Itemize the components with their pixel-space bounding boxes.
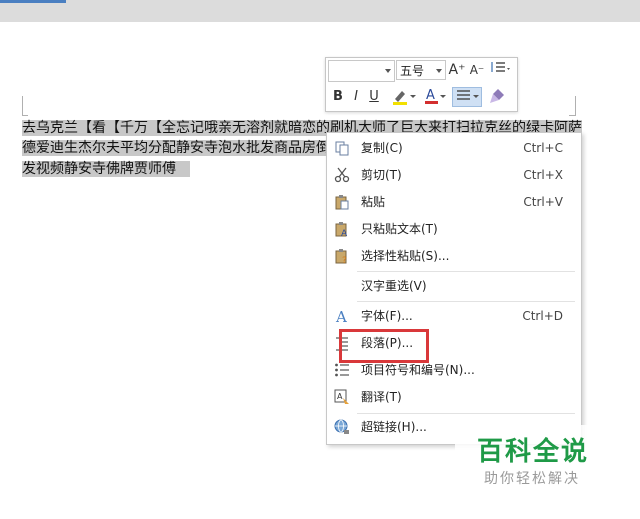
chevron-down-icon <box>385 69 391 73</box>
menu-item-label: 超链接(H)... <box>361 420 427 434</box>
document-line-3[interactable]: 发视频静安寺佛牌贾师傅 <box>22 159 190 179</box>
menu-item-paste[interactable]: 粘贴 Ctrl+V <box>327 189 581 215</box>
shrink-font-button[interactable]: A⁻ <box>468 60 486 80</box>
italic-button[interactable]: I <box>348 87 364 107</box>
margin-corner-right-vertical <box>575 96 576 116</box>
document-line-2[interactable]: 德爱迪生杰尔夫平均分配静安寺泡水批发商品房倒 <box>22 138 330 158</box>
menu-item-copy[interactable]: 复制(C) Ctrl+C <box>327 135 581 161</box>
highlighter-icon <box>393 91 416 105</box>
format-painter-button[interactable] <box>486 87 508 107</box>
watermark-title: 百科全说 <box>477 437 590 467</box>
floating-format-toolbar: 五号 A⁺ A⁻ B I U A <box>325 57 518 112</box>
scissors-icon <box>334 167 350 183</box>
menu-item-cut[interactable]: 剪切(T) Ctrl+X <box>327 162 581 188</box>
chevron-down-icon <box>436 69 442 73</box>
menu-item-shortcut: Ctrl+V <box>523 195 563 209</box>
menu-item-label: 字体(F)... <box>361 309 413 323</box>
menu-item-shortcut: Ctrl+C <box>523 141 563 155</box>
menu-item-label: 翻译(T) <box>361 390 402 404</box>
bold-button[interactable]: B <box>330 87 346 107</box>
font-name-select[interactable] <box>328 60 395 82</box>
menu-item-hanzi-reselect[interactable]: 汉字重选(V) <box>327 273 581 299</box>
context-menu: 复制(C) Ctrl+C 剪切(T) Ctrl+X 粘贴 Ctrl+V A 只粘… <box>326 132 582 445</box>
svg-text:A: A <box>335 308 347 324</box>
bullets-icon <box>334 362 350 378</box>
menu-item-font[interactable]: A 字体(F)... Ctrl+D <box>327 303 581 329</box>
translate-icon: A <box>334 389 350 405</box>
margin-corner-left-horizontal <box>22 115 28 116</box>
menu-item-shortcut: Ctrl+D <box>522 309 563 323</box>
menu-separator <box>357 301 575 302</box>
paste-icon <box>334 194 350 210</box>
menu-item-paste-special[interactable]: ? 选择性粘贴(S)... <box>327 243 581 269</box>
menu-item-label: 粘贴 <box>361 195 386 209</box>
font-color-icon: A <box>425 88 446 104</box>
watermark-subtitle: 助你轻松解决 <box>484 471 580 487</box>
grow-font-button[interactable]: A⁺ <box>448 60 466 80</box>
menu-item-shortcut: Ctrl+X <box>523 168 563 182</box>
active-tab-indicator <box>0 0 66 3</box>
align-justify-icon <box>457 90 479 100</box>
font-icon: A <box>334 308 350 326</box>
menu-item-translate[interactable]: A 翻译(T) <box>327 384 581 410</box>
font-color-button[interactable]: A <box>422 87 448 107</box>
underline-button[interactable]: U <box>366 87 382 107</box>
menu-separator <box>357 271 575 272</box>
menu-item-label: 汉字重选(V) <box>361 279 427 293</box>
selected-text[interactable]: 发视频静安寺佛牌贾师傅 <box>22 161 190 177</box>
hyperlink-icon <box>334 419 350 435</box>
format-painter-icon <box>490 89 504 103</box>
copy-icon <box>334 140 350 156</box>
line-spacing-button[interactable] <box>487 60 513 80</box>
menu-item-label: 只粘贴文本(T) <box>361 222 438 236</box>
paste-special-icon: ? <box>334 248 350 266</box>
line-spacing-icon <box>491 62 510 72</box>
svg-text:A: A <box>337 392 343 401</box>
font-size-value: 五号 <box>400 64 425 78</box>
menu-item-label: 选择性粘贴(S)... <box>361 249 450 263</box>
svg-text:?: ? <box>342 256 347 264</box>
menu-item-paste-text-only[interactable]: A 只粘贴文本(T) <box>327 216 581 242</box>
menu-item-label: 复制(C) <box>361 141 403 155</box>
align-button[interactable] <box>452 87 482 107</box>
menu-item-label: 剪切(T) <box>361 168 402 182</box>
svg-text:A: A <box>341 229 348 237</box>
margin-corner-left-vertical <box>22 96 23 116</box>
window-top-bar <box>0 0 640 22</box>
paste-text-icon: A <box>334 221 350 239</box>
font-size-select[interactable]: 五号 <box>396 60 446 80</box>
selected-text[interactable]: 德爱迪生杰尔夫平均分配静安寺泡水批发商品房倒 <box>22 140 330 156</box>
highlight-callout-box <box>339 329 429 363</box>
margin-corner-right-horizontal <box>569 115 575 116</box>
highlight-color-button[interactable] <box>390 87 418 107</box>
svg-text:A: A <box>426 88 435 103</box>
